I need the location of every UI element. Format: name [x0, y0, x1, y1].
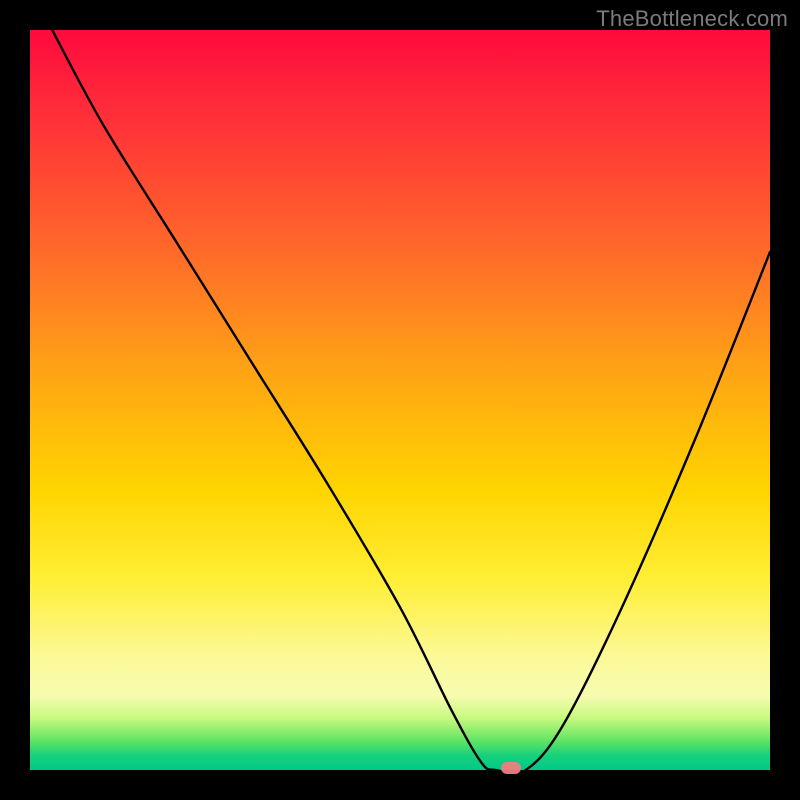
chart-frame: TheBottleneck.com	[0, 0, 800, 800]
plot-area	[30, 30, 770, 770]
bottleneck-curve	[30, 30, 770, 770]
watermark-text: TheBottleneck.com	[596, 6, 788, 32]
bottleneck-marker	[501, 762, 521, 774]
